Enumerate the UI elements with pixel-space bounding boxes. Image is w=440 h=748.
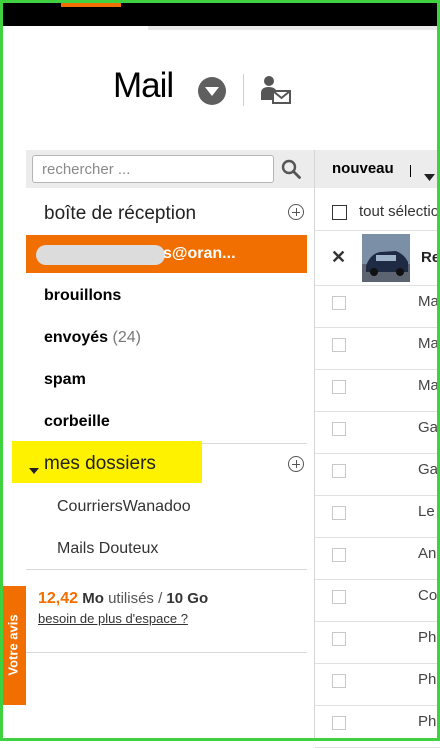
row-divider: [315, 705, 440, 706]
sidebar-item-sent[interactable]: envoyés (24): [44, 329, 141, 347]
message-sender[interactable]: Ph: [418, 629, 436, 646]
select-all-label: tout sélectio: [359, 203, 440, 220]
column-divider: [314, 150, 315, 741]
message-checkbox[interactable]: [332, 590, 346, 604]
search-icon[interactable]: [281, 159, 301, 184]
new-message-dropdown[interactable]: [424, 168, 435, 186]
my-folders-toggle[interactable]: mes dossiers: [44, 453, 156, 475]
storage-used-value: 12,42: [38, 590, 79, 607]
message-checkbox[interactable]: [332, 548, 346, 562]
folder-label: corbeille: [44, 413, 110, 430]
row-divider: [315, 230, 440, 231]
storage-used-unit: Mo: [82, 590, 104, 607]
sidebar-item-mails-douteux[interactable]: Mails Douteux: [57, 540, 158, 558]
message-checkbox[interactable]: [332, 296, 346, 310]
message-sender[interactable]: Ga: [418, 461, 438, 478]
select-all-checkbox[interactable]: [332, 205, 347, 220]
message-sender[interactable]: Ph: [418, 713, 436, 730]
close-icon[interactable]: ✕: [331, 247, 346, 268]
chevron-down-icon: [424, 174, 435, 181]
message-sender[interactable]: Ph: [418, 671, 436, 688]
toolbar-divider: [410, 165, 411, 177]
message-sender[interactable]: Ma: [418, 377, 439, 394]
folder-label: brouillons: [44, 287, 122, 304]
message-sender[interactable]: Ma: [418, 293, 439, 310]
folder-label: envoyés: [44, 329, 109, 346]
row-divider: [315, 327, 440, 328]
sidebar-divider: [26, 652, 307, 653]
storage-total: 10 Go: [166, 590, 209, 607]
account-email-label: s@oran...: [163, 245, 236, 262]
message-sender[interactable]: Re: [421, 249, 440, 266]
message-checkbox[interactable]: [332, 716, 346, 730]
message-checkbox[interactable]: [332, 674, 346, 688]
message-checkbox[interactable]: [332, 422, 346, 436]
top-bar-shadow: [148, 26, 440, 30]
message-checkbox[interactable]: [332, 506, 346, 520]
message-sender[interactable]: An: [418, 545, 436, 562]
mail-menu-button[interactable]: [198, 77, 226, 105]
message-checkbox[interactable]: [332, 632, 346, 646]
row-divider: [315, 411, 440, 412]
sidebar-item-trash[interactable]: corbeille: [44, 413, 110, 431]
message-thumbnail: [362, 234, 410, 282]
page-title: Mail: [113, 66, 174, 105]
sidebar-item-spam[interactable]: spam: [44, 371, 86, 389]
message-checkbox[interactable]: [332, 380, 346, 394]
message-sender[interactable]: Le: [418, 503, 435, 520]
add-folder-icon[interactable]: [288, 456, 304, 472]
brand-accent: [61, 0, 121, 7]
new-message-button[interactable]: nouveau: [332, 160, 394, 177]
message-checkbox[interactable]: [332, 338, 346, 352]
folder-label: spam: [44, 371, 86, 388]
folder-count: (24): [112, 329, 141, 346]
row-divider: [315, 621, 440, 622]
sidebar-item-drafts[interactable]: brouillons: [44, 287, 121, 305]
row-divider: [315, 579, 440, 580]
header-divider: [243, 74, 244, 106]
more-storage-link[interactable]: besoin de plus d'espace ?: [38, 611, 188, 626]
feedback-label: Votre avis: [5, 614, 21, 676]
storage-used-label: utilisés /: [108, 590, 163, 607]
row-divider: [315, 453, 440, 454]
row-divider: [315, 495, 440, 496]
message-sender[interactable]: Co: [418, 587, 437, 604]
search-input[interactable]: [32, 155, 274, 183]
message-checkbox[interactable]: [332, 464, 346, 478]
storage-usage: 12,42 Mo utilisés / 10 Go: [38, 590, 208, 608]
chevron-down-icon: [205, 87, 219, 96]
sidebar-divider: [26, 569, 307, 570]
row-divider: [315, 369, 440, 370]
message-sender[interactable]: Ma: [418, 335, 439, 352]
sidebar-item-courrierswanadoo[interactable]: CourriersWanadoo: [57, 498, 191, 516]
sidebar-item-inbox[interactable]: boîte de réception: [44, 203, 196, 225]
message-sender[interactable]: Ga: [418, 419, 438, 436]
redacted-email-mask: [36, 245, 165, 265]
row-divider: [315, 537, 440, 538]
contacts-icon[interactable]: [260, 74, 292, 111]
row-divider: [315, 285, 440, 286]
add-folder-icon[interactable]: [288, 204, 304, 220]
collapse-icon[interactable]: [29, 461, 39, 479]
row-divider: [315, 663, 440, 664]
